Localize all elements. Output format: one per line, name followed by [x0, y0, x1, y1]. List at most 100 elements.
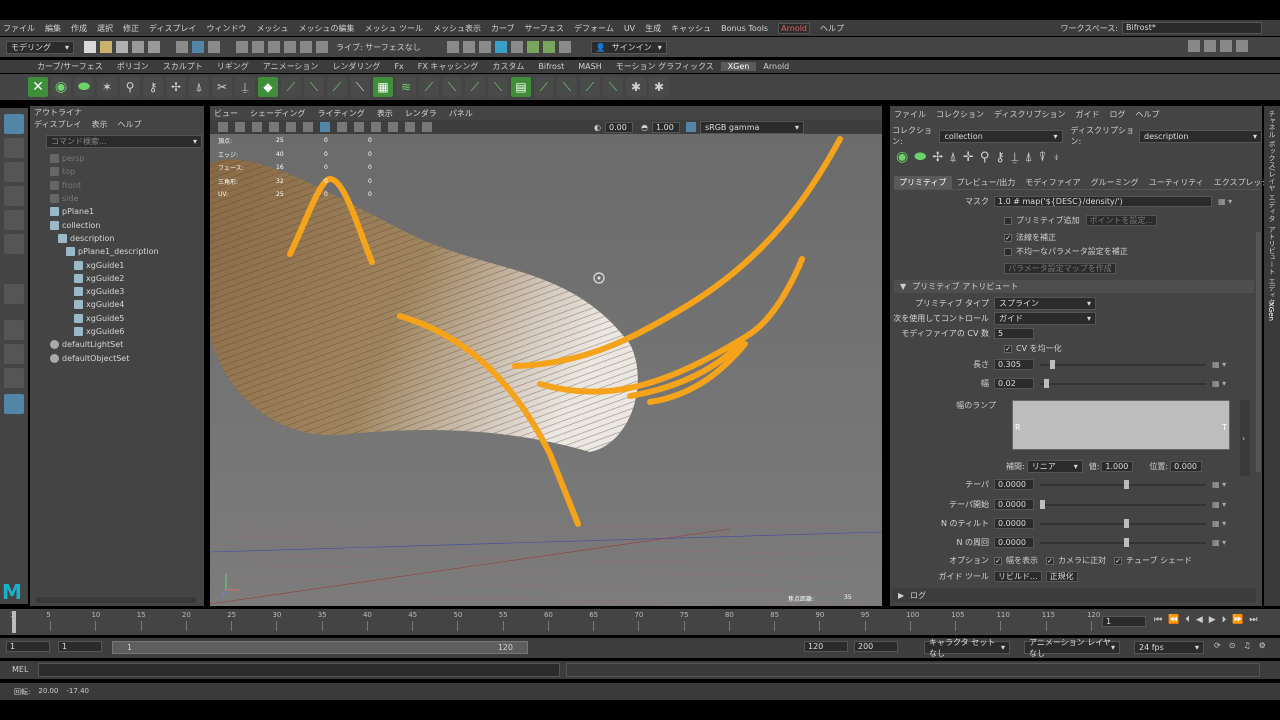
- map-button-icon[interactable]: ▦ ▾: [1212, 538, 1226, 547]
- colorspace-selector[interactable]: sRGB gamma ▾: [699, 120, 804, 134]
- set-points-button[interactable]: ポイントを設定...: [1085, 215, 1158, 226]
- nonuniform-checkbox[interactable]: [1004, 247, 1012, 256]
- xgen-import-icon[interactable]: ✱: [649, 77, 669, 97]
- snap-view-icon[interactable]: [284, 41, 296, 53]
- xgen-scrollbar[interactable]: [1256, 232, 1261, 472]
- audio-icon[interactable]: ♫: [1243, 641, 1250, 650]
- smooth-shade-icon[interactable]: [320, 122, 330, 132]
- current-frame-field[interactable]: 1: [1102, 616, 1146, 627]
- xgen-spline-icon[interactable]: ✶: [97, 77, 117, 97]
- guide-rebuild-icon[interactable]: ⍒: [1039, 150, 1047, 165]
- n-tilt-slider-knob[interactable]: [1124, 518, 1129, 528]
- shelf-tab-4[interactable]: アニメーション: [256, 61, 326, 72]
- menu-item-5[interactable]: ディスプレイ: [149, 23, 196, 34]
- face-camera-checkbox[interactable]: ✓: [1046, 556, 1054, 565]
- outliner-item[interactable]: front: [30, 179, 204, 192]
- menu-item-1[interactable]: 編集: [45, 23, 61, 34]
- ramp-expand-button[interactable]: ›: [1240, 400, 1250, 476]
- select-object-icon[interactable]: [192, 41, 204, 53]
- control-selector[interactable]: ガイド ▾: [994, 312, 1096, 325]
- xgen-tab-4[interactable]: ユーティリティ: [1144, 176, 1209, 189]
- xgen-menu-3[interactable]: ガイド: [1075, 109, 1099, 120]
- taper-start-slider[interactable]: [1040, 499, 1206, 509]
- viewport-menu-2[interactable]: ライティング: [317, 108, 364, 119]
- isolate-icon[interactable]: [405, 122, 415, 132]
- mel-label[interactable]: MEL: [12, 665, 28, 674]
- taper-slider-knob[interactable]: [1124, 479, 1129, 489]
- perspective-viewport[interactable]: 頂点: 25 0 0 エッジ: 40 0 0 フェース: 16 0 0 三角形: 32 0 0 UV: 25 0 0 …: [210, 134, 882, 606]
- wireframe-icon[interactable]: [303, 122, 313, 132]
- rotate-tool-icon[interactable]: [4, 210, 24, 230]
- xgen-flip-icon[interactable]: ⍊: [235, 77, 255, 97]
- menu-item-2[interactable]: 作成: [71, 23, 87, 34]
- select-tool-icon[interactable]: [4, 114, 24, 134]
- snap-curve-icon[interactable]: [252, 41, 264, 53]
- show-width-checkbox[interactable]: ✓: [994, 556, 1002, 565]
- menu-item-8[interactable]: メッシュの編集: [298, 23, 354, 34]
- guide-select-icon[interactable]: ⚲: [980, 150, 990, 165]
- mode-selector[interactable]: モデリング ▾: [6, 40, 74, 54]
- add-guide-icon[interactable]: ✢: [932, 150, 943, 165]
- xray-icon[interactable]: [422, 122, 432, 132]
- xgen-layer-icon[interactable]: ◆: [258, 77, 278, 97]
- tab-xgen[interactable]: XGen: [1267, 302, 1275, 321]
- xgen-smooth-icon[interactable]: ⟋: [327, 77, 347, 97]
- camera-select-icon[interactable]: [218, 122, 228, 132]
- width-ramp-editor[interactable]: R T: [1012, 400, 1230, 450]
- new-scene-icon[interactable]: [84, 41, 96, 53]
- xgen-direction-icon[interactable]: ⟍: [442, 77, 462, 97]
- val-field[interactable]: 1.000: [1101, 461, 1134, 472]
- menu-item-0[interactable]: ファイル: [3, 23, 35, 34]
- select-hierarchy-icon[interactable]: [176, 41, 188, 53]
- render-settings-icon[interactable]: [478, 41, 491, 53]
- primitive-add-checkbox[interactable]: [1004, 216, 1012, 225]
- prefs-icon[interactable]: ⚙: [1259, 641, 1266, 650]
- outliner-item[interactable]: xgGuide4: [30, 298, 204, 311]
- menu-item-13[interactable]: デフォーム: [574, 23, 614, 34]
- rebuild-button[interactable]: リビルド...: [994, 571, 1042, 582]
- select-component-icon[interactable]: [208, 41, 220, 53]
- shadows-icon[interactable]: [371, 122, 381, 132]
- redo-icon[interactable]: [148, 41, 160, 53]
- normal-fix-checkbox[interactable]: ✓: [1004, 233, 1012, 242]
- animation-start-field[interactable]: 1: [6, 641, 50, 652]
- camera-attr-icon[interactable]: [235, 122, 245, 132]
- color-management-icon[interactable]: [685, 122, 696, 132]
- persp-outliner-layout-icon[interactable]: [4, 394, 24, 414]
- menu-item-7[interactable]: メッシュ: [256, 23, 288, 34]
- viewport-menu-1[interactable]: シェーディング: [250, 108, 305, 119]
- mask-field[interactable]: 1.0 # map('${DESC}/density/'): [994, 196, 1212, 207]
- workspace-icon-4[interactable]: [1236, 40, 1248, 52]
- play-forward-icon[interactable]: ▶: [1209, 615, 1216, 625]
- menu-item-9[interactable]: メッシュ ツール: [364, 23, 423, 34]
- viewport-menu-5[interactable]: パネル: [449, 108, 473, 119]
- xgen-rebuild-icon[interactable]: ⟋: [281, 77, 301, 97]
- outliner-item[interactable]: pPlane1: [30, 205, 204, 218]
- guide-bend-icon[interactable]: ⍋: [1025, 150, 1033, 165]
- length-slider[interactable]: [1040, 359, 1206, 369]
- xgen-menu-0[interactable]: ファイル: [894, 109, 926, 120]
- xgen-cut-icon[interactable]: ✂: [212, 77, 232, 97]
- outliner-item[interactable]: top: [30, 165, 204, 178]
- log-section[interactable]: ▶ ログ: [892, 588, 1256, 602]
- outliner-menu-2[interactable]: ヘルプ: [117, 119, 141, 130]
- last-tool-icon[interactable]: [4, 284, 24, 304]
- n-tilt-slider[interactable]: [1040, 518, 1206, 528]
- primitive-attributes-header[interactable]: ▼ プリミティブ アトリビュート: [894, 280, 1254, 293]
- description-selector[interactable]: description ▾: [1139, 129, 1263, 143]
- attribute-editor-toggle-icon[interactable]: [542, 41, 555, 53]
- arnold-render-icon[interactable]: [510, 41, 523, 53]
- xgen-bend-icon[interactable]: ⟍: [304, 77, 324, 97]
- signin-button[interactable]: 👤 サインイン ▾: [590, 40, 667, 54]
- tube-shade-checkbox[interactable]: ✓: [1114, 556, 1122, 565]
- outliner-item[interactable]: xgGuide1: [30, 258, 204, 271]
- guide-lock-icon[interactable]: ⚷: [995, 150, 1005, 165]
- render-current-icon[interactable]: [446, 41, 459, 53]
- n-twist-slider[interactable]: [1040, 537, 1206, 547]
- cv-uniform-checkbox[interactable]: ✓: [1004, 344, 1012, 353]
- xgen-menu-5[interactable]: ヘルプ: [1135, 109, 1159, 120]
- n-tilt-field[interactable]: 0.0000: [994, 518, 1034, 529]
- xgen-cut-mod-icon[interactable]: ⟋: [419, 77, 439, 97]
- xgen-clump-icon[interactable]: ▦: [373, 77, 393, 97]
- xgen-menu-2[interactable]: ディスクリプション: [994, 109, 1065, 120]
